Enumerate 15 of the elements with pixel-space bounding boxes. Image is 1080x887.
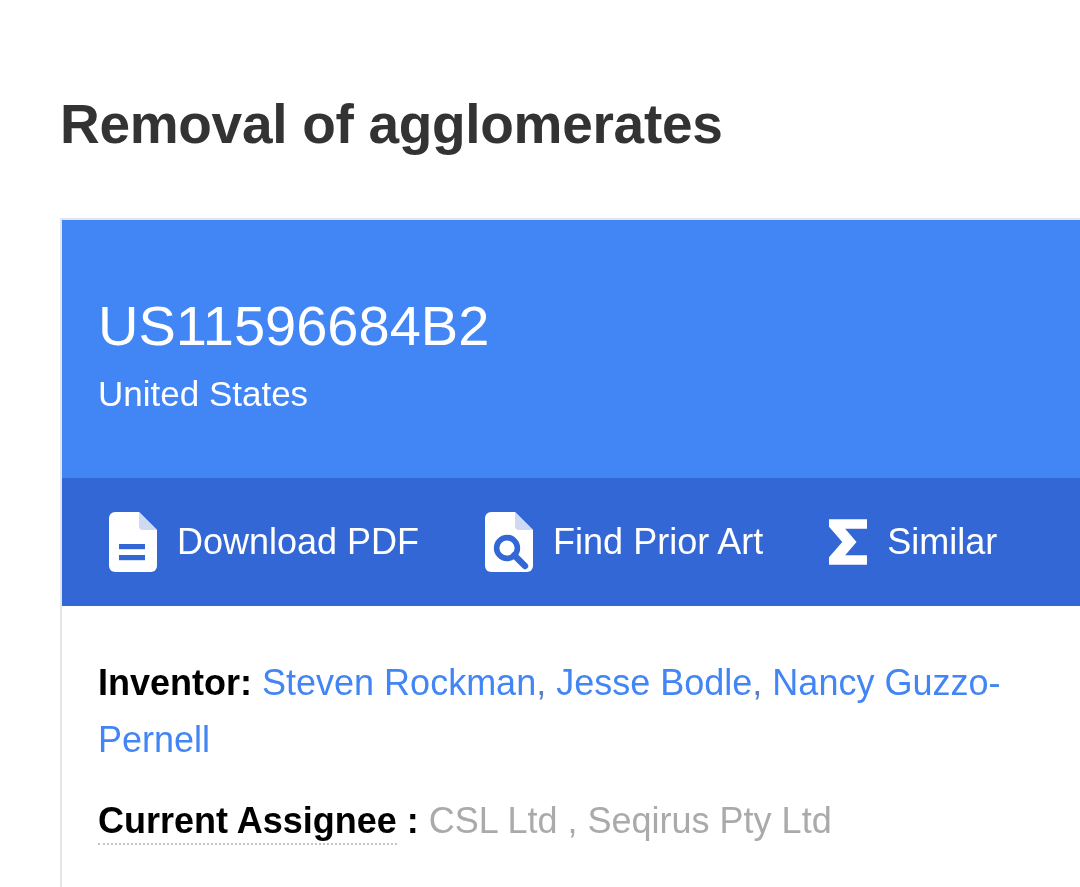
inventor-link[interactable]: Nancy Guzzo- (772, 662, 1001, 703)
document-icon (109, 512, 157, 572)
patent-number: US11596684B2 (98, 294, 490, 358)
inventor-link[interactable]: Steven Rockman (262, 662, 537, 703)
inventor-line: Inventor: Steven Rockman, Jesse Bodle, Nancy Guzzo-Pernell (98, 661, 1002, 762)
sigma-icon (829, 519, 868, 565)
assignee-line: Current Assignee : CSL Ltd , Seqirus Pty Ltd (98, 792, 1050, 849)
country-text: United States (98, 373, 309, 415)
document-search-icon (485, 512, 534, 572)
download-pdf-button[interactable]: Download PDF (97, 504, 432, 580)
find-prior-art-button[interactable]: Find Prior Art (473, 504, 776, 580)
inventor-link[interactable]: Jesse Bodle (556, 662, 753, 703)
inventor-link[interactable]: Pernell (98, 719, 211, 760)
page-title: Removal of agglomerates (60, 92, 723, 157)
similar-button[interactable]: Similar (817, 511, 1010, 573)
